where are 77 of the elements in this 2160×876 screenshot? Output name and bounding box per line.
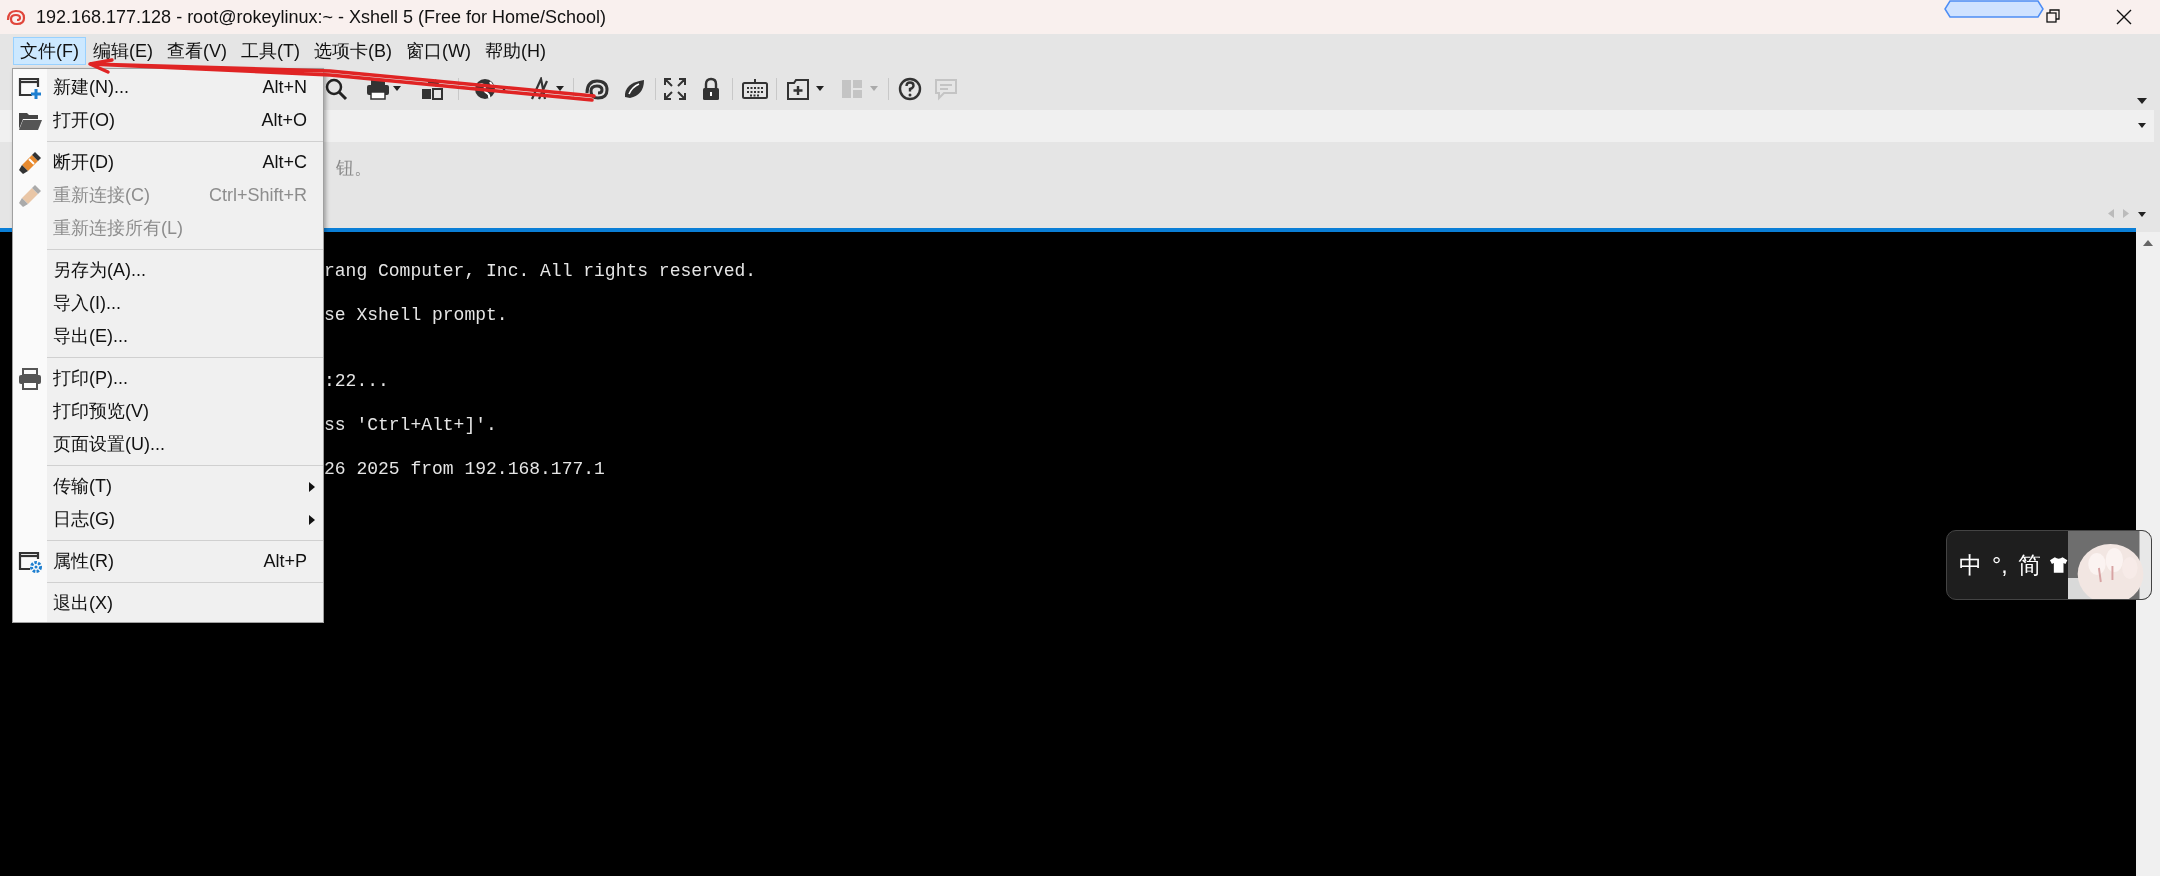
menu-entry-label: 重新连接所有(L) [53, 217, 183, 240]
menu-item[interactable]: 查看(V) [160, 37, 234, 65]
menu-entry-label: 断开(D) [53, 151, 114, 174]
menu-entry-label: 打开(O) [53, 109, 115, 132]
search-icon[interactable] [324, 77, 348, 101]
lock-icon[interactable] [700, 77, 722, 101]
printer-icon [18, 367, 42, 390]
shortcut-text: Alt+C [262, 151, 307, 174]
restore-icon[interactable] [2046, 9, 2060, 23]
help-icon[interactable] [898, 77, 922, 101]
hint-text: 钮。 [336, 157, 372, 180]
menu-entry[interactable]: 传输(T) [13, 470, 323, 503]
menu-entry[interactable]: 新建(N)... Alt+N [13, 71, 323, 104]
menu-entry-label: 打印(P)... [53, 367, 128, 390]
menu-entry[interactable]: 打印预览(V) [13, 395, 323, 428]
new-tab-icon[interactable] [786, 77, 810, 101]
menu-entry[interactable]: 日志(G) [13, 503, 323, 536]
menu-item[interactable]: 帮助(H) [477, 37, 553, 65]
caret-icon[interactable] [2138, 212, 2146, 217]
menu-entry-label: 另存为(A)... [53, 259, 146, 282]
submenu-arrow-icon [309, 514, 315, 525]
menu-item[interactable]: 选项卡(B) [306, 37, 399, 65]
globe-icon[interactable] [473, 77, 497, 101]
spiral-icon[interactable] [585, 77, 609, 101]
menu-entry[interactable]: 导出(E)... [13, 320, 323, 353]
menu-entry-label: 传输(T) [53, 475, 112, 498]
terminal-text: 26 2025 from 192.168.177.1 [324, 457, 605, 481]
menu-entry[interactable]: 导入(I)... [13, 287, 323, 320]
new-window-icon [18, 76, 42, 99]
menu-entry-label: 打印预览(V) [53, 400, 149, 423]
menu-entry-label: 导入(I)... [53, 292, 121, 315]
menu-entry-label: 页面设置(U)... [53, 433, 165, 456]
menu-entry-label: 日志(G) [53, 508, 115, 531]
menu-item[interactable]: 工具(T) [234, 37, 307, 65]
folder-icon [18, 110, 42, 131]
fullscreen-icon[interactable] [663, 77, 687, 101]
terminal-text: ss 'Ctrl+Alt+]'. [324, 413, 497, 437]
input-mode-label[interactable]: °, [1992, 547, 2008, 583]
shortcut-text: Ctrl+Shift+R [208, 184, 307, 207]
leaf-icon[interactable] [622, 77, 646, 101]
menu-entry[interactable]: 页面设置(U)... [13, 428, 323, 461]
menu-entry-label: 重新连接(C) [53, 184, 150, 207]
menu-item[interactable]: 窗口(W) [398, 37, 478, 65]
shortcut-text: Alt+P [263, 550, 307, 573]
terminal-text: :22... [324, 369, 389, 393]
window-title: 192.168.177.128 - root@rokeylinux:~ - Xshell 5 (Free for Home/School) [36, 5, 607, 29]
menu-entry-label: 退出(X) [53, 592, 113, 615]
shortcut-text: Alt+N [262, 76, 307, 99]
caret-icon[interactable] [393, 86, 401, 91]
menu-entry[interactable]: 另存为(A)... [13, 254, 323, 287]
menu-item[interactable]: 编辑(E) [86, 37, 160, 65]
input-mode-label[interactable]: 简 [2017, 547, 2041, 583]
caret-icon[interactable] [2137, 98, 2147, 104]
menu-entry[interactable]: 打开(O) Alt+O [13, 104, 323, 137]
settings-icon [18, 550, 42, 573]
keyboard-icon[interactable] [742, 78, 768, 100]
menu-entry-label: 导出(E)... [53, 325, 128, 348]
menu-item[interactable]: 文件(F) [13, 37, 86, 65]
scrollbar[interactable] [2136, 232, 2160, 876]
menu-entry-label: 新建(N)... [53, 76, 129, 99]
menu-entry[interactable]: 打印(P)... [13, 362, 323, 395]
menu-entry[interactable]: 断开(D) Alt+C [13, 146, 323, 179]
close-icon[interactable] [2116, 9, 2132, 25]
caret-icon[interactable] [556, 86, 564, 91]
scroll-up-icon[interactable] [2143, 240, 2153, 246]
terminal-text: se Xshell prompt. [324, 303, 508, 327]
spiral-icon [6, 8, 26, 26]
caret-icon[interactable] [2138, 123, 2146, 128]
menu-entry[interactable]: 退出(X) [13, 587, 323, 620]
menu-entry[interactable]: 属性(R) Alt+P [13, 545, 323, 578]
submenu-arrow-icon [309, 481, 315, 492]
input-mode-label[interactable]: 中 [1959, 547, 1982, 583]
shortcut-text: Alt+O [261, 109, 307, 132]
menu-entry-label: 属性(R) [53, 550, 114, 573]
shirt-icon[interactable] [2048, 556, 2068, 574]
caret-icon[interactable] [816, 86, 824, 91]
terminal-text: rang Computer, Inc. All rights reserved. [324, 259, 757, 283]
